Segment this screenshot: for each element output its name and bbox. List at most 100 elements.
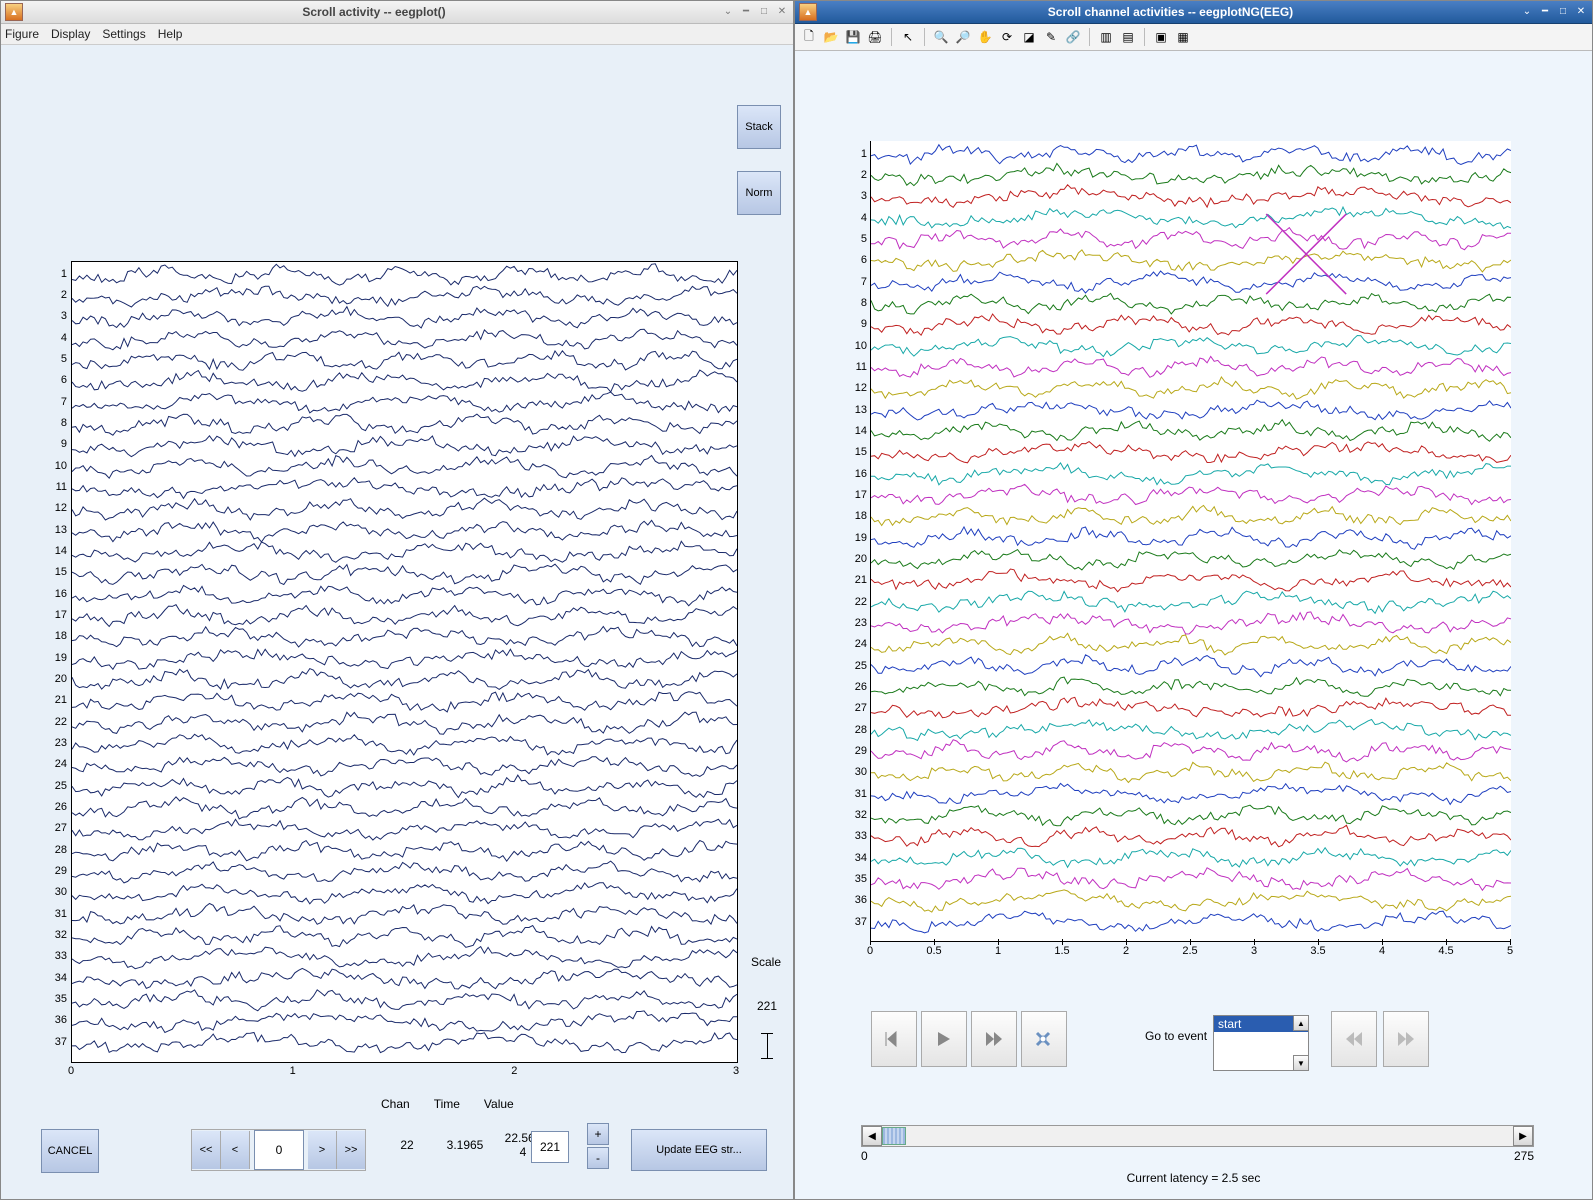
menu-help[interactable]: Help bbox=[158, 27, 183, 41]
menu-figure[interactable]: Figure bbox=[5, 27, 39, 41]
stack-button[interactable]: Stack bbox=[737, 105, 781, 149]
channel-label: 25 bbox=[855, 660, 867, 672]
nav-prev-button[interactable]: < bbox=[221, 1131, 250, 1169]
left-window: ▲ Scroll activity -- eegplot() ⌄ ━ □ ✕ F… bbox=[0, 0, 794, 1200]
x-tick-label: 4 bbox=[1379, 945, 1385, 957]
scale-input[interactable] bbox=[531, 1131, 569, 1163]
left-titlebar[interactable]: ▲ Scroll activity -- eegplot() ⌄ ━ □ ✕ bbox=[1, 1, 793, 24]
goto-down-icon[interactable]: ▼ bbox=[1293, 1055, 1309, 1071]
scale-label: Scale bbox=[751, 955, 781, 969]
x-tick-label: 3.5 bbox=[1310, 945, 1325, 957]
arrow-icon[interactable]: ↖ bbox=[898, 27, 918, 47]
fast-forward-button[interactable] bbox=[971, 1011, 1017, 1067]
position-input[interactable] bbox=[254, 1130, 304, 1170]
channel-label: 21 bbox=[55, 694, 67, 706]
nav-first-button[interactable]: << bbox=[192, 1131, 221, 1169]
scroll-min: 0 bbox=[861, 1149, 868, 1163]
scroll-right-icon[interactable]: ▶ bbox=[1513, 1126, 1533, 1146]
layout-1-icon[interactable]: ▣ bbox=[1151, 27, 1171, 47]
next-event-button[interactable] bbox=[1383, 1011, 1429, 1067]
right-plot[interactable] bbox=[870, 141, 1511, 942]
hdr-value: Value bbox=[484, 1097, 514, 1111]
close-button[interactable]: ✕ bbox=[1574, 5, 1588, 19]
collapse-button[interactable]: ⌄ bbox=[1520, 5, 1534, 19]
layout-2-icon[interactable]: ▦ bbox=[1173, 27, 1193, 47]
scale-minus-button[interactable]: - bbox=[587, 1147, 609, 1169]
channel-label: 6 bbox=[861, 254, 867, 266]
data-cursor-icon[interactable]: ◪ bbox=[1019, 27, 1039, 47]
scroll-range: 0 275 bbox=[861, 1149, 1534, 1163]
channel-label: 12 bbox=[55, 502, 67, 514]
right-body: 1234567891011121314151617181920212223242… bbox=[795, 51, 1592, 1199]
nav-next-button[interactable]: > bbox=[308, 1131, 337, 1169]
channel-label: 20 bbox=[55, 673, 67, 685]
close-button[interactable]: ✕ bbox=[775, 5, 789, 19]
cancel-button[interactable]: CANCEL bbox=[41, 1129, 99, 1173]
left-bottom-panel: Chan Time Value CANCEL << < > >> 22 3.19… bbox=[1, 1079, 793, 1199]
channel-label: 10 bbox=[55, 460, 67, 472]
goto-up-icon[interactable]: ▲ bbox=[1293, 1015, 1309, 1031]
channel-label: 14 bbox=[855, 425, 867, 437]
channel-label: 36 bbox=[855, 894, 867, 906]
channel-label: 29 bbox=[55, 865, 67, 877]
link-icon[interactable]: 🔗 bbox=[1063, 27, 1083, 47]
channel-label: 11 bbox=[56, 481, 67, 493]
minimize-button[interactable]: ━ bbox=[739, 5, 753, 19]
insert-legend-icon[interactable]: ▤ bbox=[1118, 27, 1138, 47]
channel-label: 19 bbox=[855, 532, 867, 544]
nav-last-button[interactable]: >> bbox=[337, 1131, 365, 1169]
goto-event-list[interactable]: start ▲ ▼ bbox=[1213, 1015, 1309, 1071]
scroll-track[interactable] bbox=[882, 1126, 1513, 1146]
channel-label: 35 bbox=[55, 993, 67, 1005]
zoom-in-icon[interactable]: 🔍 bbox=[931, 27, 951, 47]
pan-icon[interactable]: ✋ bbox=[975, 27, 995, 47]
zoom-out-icon[interactable]: 🔎 bbox=[953, 27, 973, 47]
channel-label: 27 bbox=[55, 822, 67, 834]
channel-label: 37 bbox=[55, 1036, 67, 1048]
channel-label: 30 bbox=[855, 766, 867, 778]
x-tick-label: 3 bbox=[733, 1065, 739, 1077]
maximize-button[interactable]: □ bbox=[757, 5, 771, 19]
matlab-icon: ▲ bbox=[5, 3, 23, 21]
play-button[interactable] bbox=[921, 1011, 967, 1067]
channel-label: 25 bbox=[55, 780, 67, 792]
save-icon[interactable]: 💾 bbox=[843, 27, 863, 47]
settings-button[interactable] bbox=[1021, 1011, 1067, 1067]
new-file-icon[interactable]: 🗋 bbox=[799, 27, 819, 47]
scroll-left-icon[interactable]: ◀ bbox=[862, 1126, 882, 1146]
channel-label: 34 bbox=[855, 852, 867, 864]
channel-label: 17 bbox=[55, 609, 67, 621]
update-button[interactable]: Update EEG str... bbox=[631, 1129, 767, 1171]
channel-label: 34 bbox=[55, 972, 67, 984]
minimize-button[interactable]: ━ bbox=[1538, 5, 1552, 19]
brush-icon[interactable]: ✎ bbox=[1041, 27, 1061, 47]
norm-button[interactable]: Norm bbox=[737, 171, 781, 215]
rotate-icon[interactable]: ⟳ bbox=[997, 27, 1017, 47]
step-back-button[interactable] bbox=[871, 1011, 917, 1067]
channel-label: 35 bbox=[855, 873, 867, 885]
readout-chan: 22 bbox=[387, 1138, 427, 1152]
left-plot[interactable] bbox=[71, 261, 738, 1063]
menu-settings[interactable]: Settings bbox=[102, 27, 145, 41]
prev-event-button[interactable] bbox=[1331, 1011, 1377, 1067]
menu-display[interactable]: Display bbox=[51, 27, 90, 41]
scale-plus-button[interactable]: + bbox=[587, 1123, 609, 1145]
hdr-time: Time bbox=[434, 1097, 460, 1111]
channel-label: 33 bbox=[855, 830, 867, 842]
insert-colorbar-icon[interactable]: ▥ bbox=[1096, 27, 1116, 47]
x-tick-label: 0.5 bbox=[926, 945, 941, 957]
channel-label: 32 bbox=[55, 929, 67, 941]
scroll-thumb[interactable] bbox=[882, 1127, 906, 1145]
right-titlebar[interactable]: ▲ Scroll channel activities -- eegplotNG… bbox=[795, 1, 1592, 24]
time-scrollbar[interactable]: ◀ ▶ bbox=[861, 1125, 1534, 1147]
open-file-icon[interactable]: 📂 bbox=[821, 27, 841, 47]
collapse-button[interactable]: ⌄ bbox=[721, 5, 735, 19]
maximize-button[interactable]: □ bbox=[1556, 5, 1570, 19]
print-icon[interactable]: 🖨 bbox=[865, 27, 885, 47]
channel-label: 12 bbox=[855, 382, 867, 394]
left-channel-labels: 1234567891011121314151617181920212223242… bbox=[49, 261, 69, 1061]
channel-label: 13 bbox=[55, 524, 67, 536]
channel-label: 5 bbox=[861, 233, 867, 245]
channel-label: 31 bbox=[855, 788, 867, 800]
hdr-chan: Chan bbox=[381, 1097, 410, 1111]
